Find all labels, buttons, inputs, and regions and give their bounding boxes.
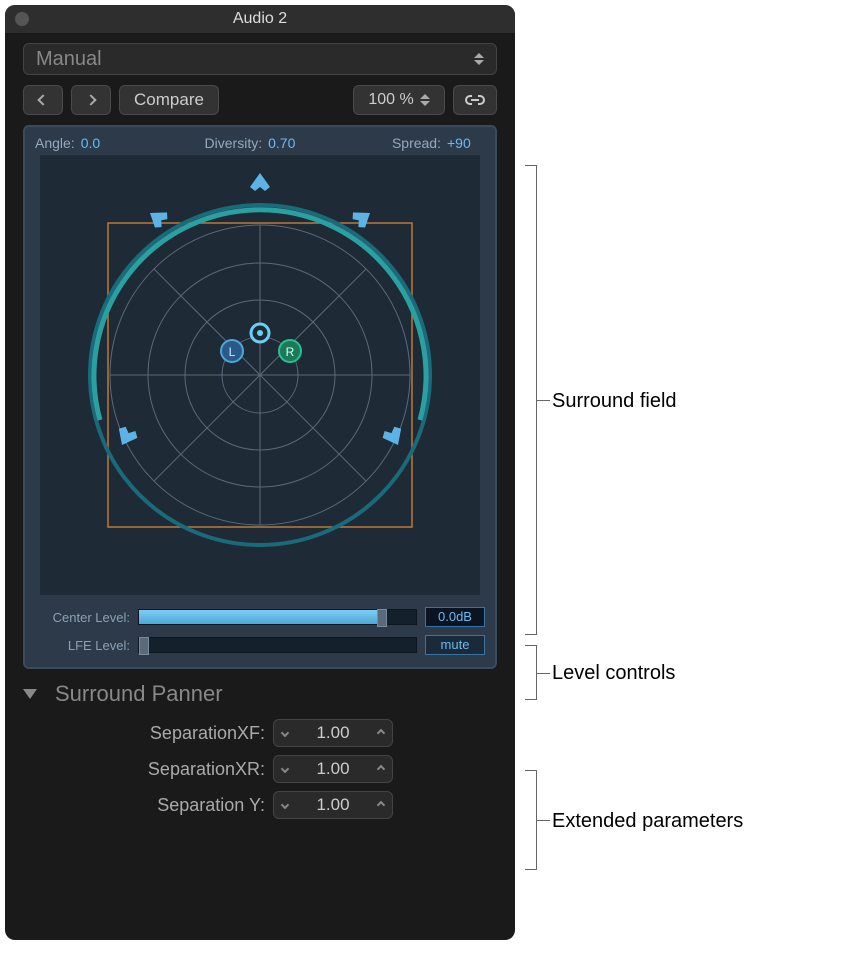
- lfe-level-slider[interactable]: [138, 637, 417, 653]
- link-icon: [464, 93, 486, 107]
- spread-value[interactable]: +90: [447, 135, 485, 151]
- separation-xr-value: 1.00: [316, 759, 349, 779]
- lfe-level-row: LFE Level: mute: [25, 631, 495, 659]
- diversity-label: Diversity:: [205, 135, 263, 151]
- annotation-extended: Extended parameters: [552, 810, 743, 833]
- separation-y-row: Separation Y: 1.00: [23, 787, 497, 823]
- compare-button[interactable]: Compare: [119, 85, 219, 115]
- disclosure-triangle-icon: [23, 689, 37, 699]
- svg-text:R: R: [286, 345, 295, 359]
- next-button[interactable]: [71, 85, 111, 115]
- annotation-surround-field: Surround field: [552, 390, 677, 413]
- lfe-mute-button[interactable]: mute: [425, 635, 485, 655]
- chevron-left-icon: [37, 94, 48, 105]
- preset-label: Manual: [36, 48, 102, 71]
- chevron-right-icon: [85, 94, 96, 105]
- separation-xr-row: SeparationXR: 1.00: [23, 751, 497, 787]
- param-row: Angle: 0.0 Diversity: 0.70 Spread: +90: [25, 127, 495, 155]
- separation-xf-row: SeparationXF: 1.00: [23, 715, 497, 751]
- center-level-label: Center Level:: [35, 610, 130, 625]
- extended-header[interactable]: Surround Panner: [23, 681, 497, 707]
- chevron-down-icon: [281, 801, 289, 809]
- separation-y-stepper[interactable]: 1.00: [273, 791, 393, 819]
- prev-button[interactable]: [23, 85, 63, 115]
- zoom-stepper[interactable]: 100 %: [353, 85, 445, 115]
- preset-select[interactable]: Manual: [23, 43, 497, 75]
- bracket-level-controls: [525, 645, 537, 700]
- angle-value[interactable]: 0.0: [81, 135, 119, 151]
- stepper-arrows-icon: [420, 94, 430, 106]
- center-level-row: Center Level: 0.0dB: [25, 603, 495, 631]
- separation-xf-label: SeparationXF:: [23, 723, 273, 744]
- chevron-down-icon: [281, 765, 289, 773]
- chevron-up-icon: [377, 729, 385, 737]
- titlebar: Audio 2: [5, 5, 515, 33]
- spread-label: Spread:: [392, 135, 441, 151]
- plugin-window: Audio 2 Manual Compare 100 % Angle:: [5, 5, 515, 940]
- bracket-surround-field: [525, 165, 537, 635]
- bracket-extended: [525, 770, 537, 870]
- chevron-down-icon: [281, 729, 289, 737]
- toolbar: Compare 100 %: [5, 81, 515, 125]
- extended-section: Surround Panner SeparationXF: 1.00 Separ…: [5, 669, 515, 835]
- chevron-up-icon: [377, 801, 385, 809]
- chevron-down-icon: [474, 53, 484, 65]
- separation-xr-label: SeparationXR:: [23, 759, 273, 780]
- link-button[interactable]: [453, 85, 497, 115]
- separation-xr-stepper[interactable]: 1.00: [273, 755, 393, 783]
- extended-title: Surround Panner: [55, 681, 223, 707]
- lfe-level-label: LFE Level:: [35, 638, 130, 653]
- separation-y-value: 1.00: [316, 795, 349, 815]
- annotation-level-controls: Level controls: [552, 662, 675, 685]
- center-level-readout[interactable]: 0.0dB: [425, 607, 485, 627]
- separation-y-label: Separation Y:: [23, 795, 273, 816]
- diversity-value[interactable]: 0.70: [268, 135, 306, 151]
- window-title: Audio 2: [5, 10, 515, 28]
- zoom-value: 100 %: [368, 91, 413, 109]
- surround-panel: Angle: 0.0 Diversity: 0.70 Spread: +90: [23, 125, 497, 669]
- angle-label: Angle:: [35, 135, 75, 151]
- separation-xf-stepper[interactable]: 1.00: [273, 719, 393, 747]
- preset-row: Manual: [5, 33, 515, 81]
- svg-text:L: L: [229, 345, 236, 359]
- surround-field[interactable]: L R: [40, 155, 480, 595]
- chevron-up-icon: [377, 765, 385, 773]
- center-level-slider[interactable]: [138, 609, 417, 625]
- separation-xf-value: 1.00: [316, 723, 349, 743]
